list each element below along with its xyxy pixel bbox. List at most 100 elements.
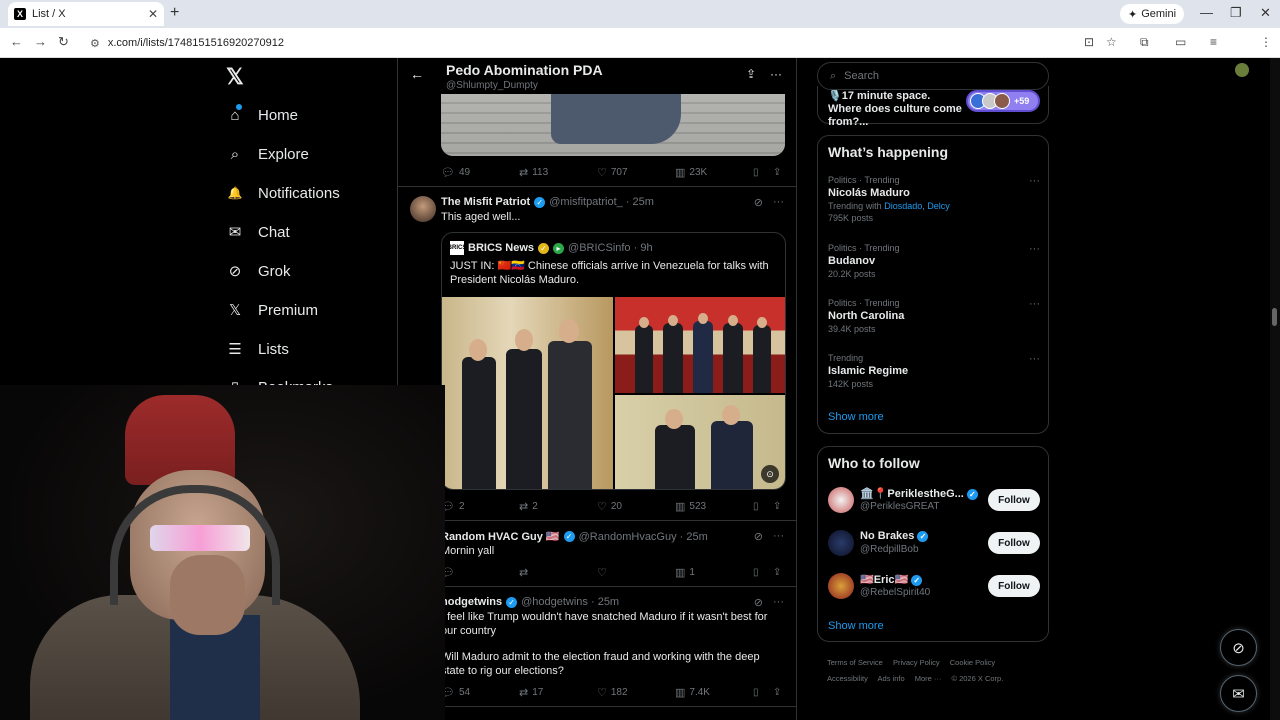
sidepanel-icon[interactable]: ▭ (1175, 35, 1186, 49)
follow-button[interactable]: Follow (988, 532, 1040, 554)
media-photo-2[interactable] (615, 297, 785, 393)
back-arrow-icon[interactable]: ← (10, 34, 23, 49)
avatar[interactable] (410, 196, 436, 222)
space-listeners-pill[interactable]: +59 (966, 90, 1040, 112)
follow-button[interactable]: Follow (988, 575, 1040, 597)
footer-link[interactable]: Accessibility (827, 674, 868, 683)
like-button[interactable]: ♡ (597, 566, 675, 579)
more-dots-icon[interactable]: ··· (1029, 243, 1040, 255)
media-icon[interactable]: ≡ (1210, 35, 1217, 49)
post-image[interactable] (441, 94, 785, 156)
window-close-icon[interactable]: ✕ (1260, 5, 1271, 21)
show-more-follow-link[interactable]: Show more (828, 620, 884, 632)
gemini-button[interactable]: ✦ Gemini (1120, 4, 1185, 24)
messages-fab-button[interactable]: ✉ (1220, 675, 1257, 712)
repost-button[interactable]: ⇄ 2 (519, 500, 597, 513)
forward-arrow-icon[interactable]: → (34, 34, 47, 49)
more-dots-icon[interactable]: ··· (773, 596, 784, 609)
trend-item[interactable]: Trending Islamic Regime 142K posts ··· (828, 353, 1040, 389)
avatar[interactable] (828, 573, 854, 599)
menu-kebab-icon[interactable]: ⋮ (1260, 35, 1272, 49)
views-button[interactable]: ▥ 23K (675, 166, 753, 179)
like-button[interactable]: ♡ 182 (597, 686, 675, 699)
trend-related-links[interactable]: Diosdado, Delcy (884, 201, 950, 211)
author-name[interactable]: hodgetwins (441, 596, 502, 608)
browser-tab[interactable]: X List / X ✕ (8, 2, 164, 26)
share-icon[interactable]: ⇪ (746, 67, 756, 81)
x-logo[interactable]: 𝕏 (226, 64, 244, 90)
back-arrow-icon[interactable]: ← (410, 66, 424, 82)
url-field[interactable]: ⚙ x.com/i/lists/1748151516920270912 (82, 32, 1092, 54)
trend-item[interactable]: Politics · Trending Nicolás Maduro Trend… (828, 175, 1040, 223)
like-button[interactable]: ♡ 707 (597, 166, 675, 179)
bookmark-button[interactable]: ▯ (753, 500, 773, 513)
reply-button[interactable]: 💬︎ 2 (441, 500, 519, 513)
nav-lists[interactable]: ☰ Lists (226, 340, 289, 359)
grok-fab-button[interactable]: ⊘ (1220, 629, 1257, 666)
author-name[interactable]: Random HVAC Guy 🇺🇸 (441, 530, 560, 543)
nav-premium[interactable]: 𝕏 Premium (226, 301, 318, 320)
share-button[interactable]: ⇪ (773, 166, 781, 179)
media-photo-1[interactable] (442, 297, 613, 489)
reply-button[interactable]: 💬︎ 54 (441, 686, 519, 699)
repost-button[interactable]: ⇄ (519, 566, 597, 579)
nav-home[interactable]: ⌂ Home (226, 106, 298, 124)
more-dots-icon[interactable]: ··· (770, 67, 782, 81)
more-dots-icon[interactable]: ··· (773, 530, 784, 543)
footer-link[interactable]: Terms of Service (827, 658, 883, 667)
site-info-icon[interactable]: ⚙ (90, 37, 100, 50)
install-app-icon[interactable]: ⊡ (1084, 35, 1094, 49)
quote-media-grid[interactable]: ⊙ (442, 297, 785, 489)
reply-button[interactable]: 💬︎ 49 (441, 166, 519, 179)
avatar[interactable] (828, 487, 854, 513)
trend-item[interactable]: Politics · Trending Budanov 20.2K posts … (828, 243, 1040, 279)
author-handle[interactable]: @misfitpatriot_ · 25m (549, 196, 654, 208)
repost-button[interactable]: ⇄ 113 (519, 166, 597, 179)
restore-icon[interactable]: ❐ (1230, 5, 1242, 21)
grok-icon[interactable]: ⊘ (754, 596, 763, 609)
new-tab-button[interactable]: + (170, 4, 179, 22)
nav-grok[interactable]: ⊘ Grok (226, 262, 291, 281)
follow-button[interactable]: Follow (988, 489, 1040, 511)
author-handle[interactable]: @RandomHvacGuy · 25m (579, 531, 708, 543)
nav-notifications[interactable]: 🔔 Notifications (226, 184, 340, 202)
views-button[interactable]: ▥ 1 (675, 566, 753, 579)
search-input[interactable]: ⌕ Search (817, 62, 1049, 90)
nav-explore[interactable]: ⌕ Explore (226, 145, 309, 163)
like-button[interactable]: ♡ 20 (597, 500, 675, 513)
footer-link[interactable]: Cookie Policy (950, 658, 995, 667)
share-button[interactable]: ⇪ (773, 566, 781, 579)
author-name[interactable]: The Misfit Patriot (441, 196, 530, 208)
grok-icon[interactable]: ⊘ (754, 196, 763, 209)
scrollbar-track[interactable] (1270, 58, 1280, 720)
more-dots-icon[interactable]: ··· (1029, 298, 1040, 310)
trend-item[interactable]: Politics · Trending North Carolina 39.4K… (828, 298, 1040, 334)
follow-suggestion[interactable]: No Brakes ✓ @RedpillBob Follow (828, 530, 1040, 562)
bookmark-button[interactable]: ▯ (753, 686, 773, 699)
tab-close-icon[interactable]: ✕ (148, 7, 158, 21)
views-button[interactable]: ▥ 523 (675, 500, 753, 513)
bookmark-button[interactable]: ▯ (753, 166, 773, 179)
reply-button[interactable]: 💬︎ (441, 566, 519, 579)
more-dots-icon[interactable]: ··· (1029, 353, 1040, 365)
alt-tag-icon[interactable]: ⊙ (761, 465, 779, 483)
share-button[interactable]: ⇪ (773, 500, 781, 513)
bookmark-star-icon[interactable]: ☆ (1106, 35, 1117, 49)
share-button[interactable]: ⇪ (773, 686, 781, 699)
follow-suggestion[interactable]: 🏛️📍PeriklestheG... ✓ @PeriklesGREAT Foll… (828, 487, 1040, 519)
nav-chat[interactable]: ✉ Chat (226, 223, 290, 242)
views-button[interactable]: ▥ 7.4K (675, 686, 753, 699)
show-more-trends-link[interactable]: Show more (828, 411, 884, 423)
avatar[interactable] (828, 530, 854, 556)
bookmark-button[interactable]: ▯ (753, 566, 773, 579)
follow-suggestion[interactable]: 🇺🇸Eric🇺🇸 ✓ @RebelSpirit40 Follow (828, 573, 1040, 605)
more-dots-icon[interactable]: ··· (773, 196, 784, 209)
extensions-icon[interactable]: ⧉ (1140, 35, 1149, 50)
footer-link[interactable]: Ads info (878, 674, 905, 683)
grok-icon[interactable]: ⊘ (754, 530, 763, 543)
media-photo-3[interactable]: ⊙ (615, 395, 785, 489)
live-space-card[interactable]: 🎙️17 minute space. Where does culture co… (817, 86, 1049, 128)
minimize-icon[interactable]: — (1200, 5, 1213, 20)
more-dots-icon[interactable]: ··· (1029, 175, 1040, 187)
author-handle[interactable]: @hodgetwins · 25m (521, 596, 619, 608)
